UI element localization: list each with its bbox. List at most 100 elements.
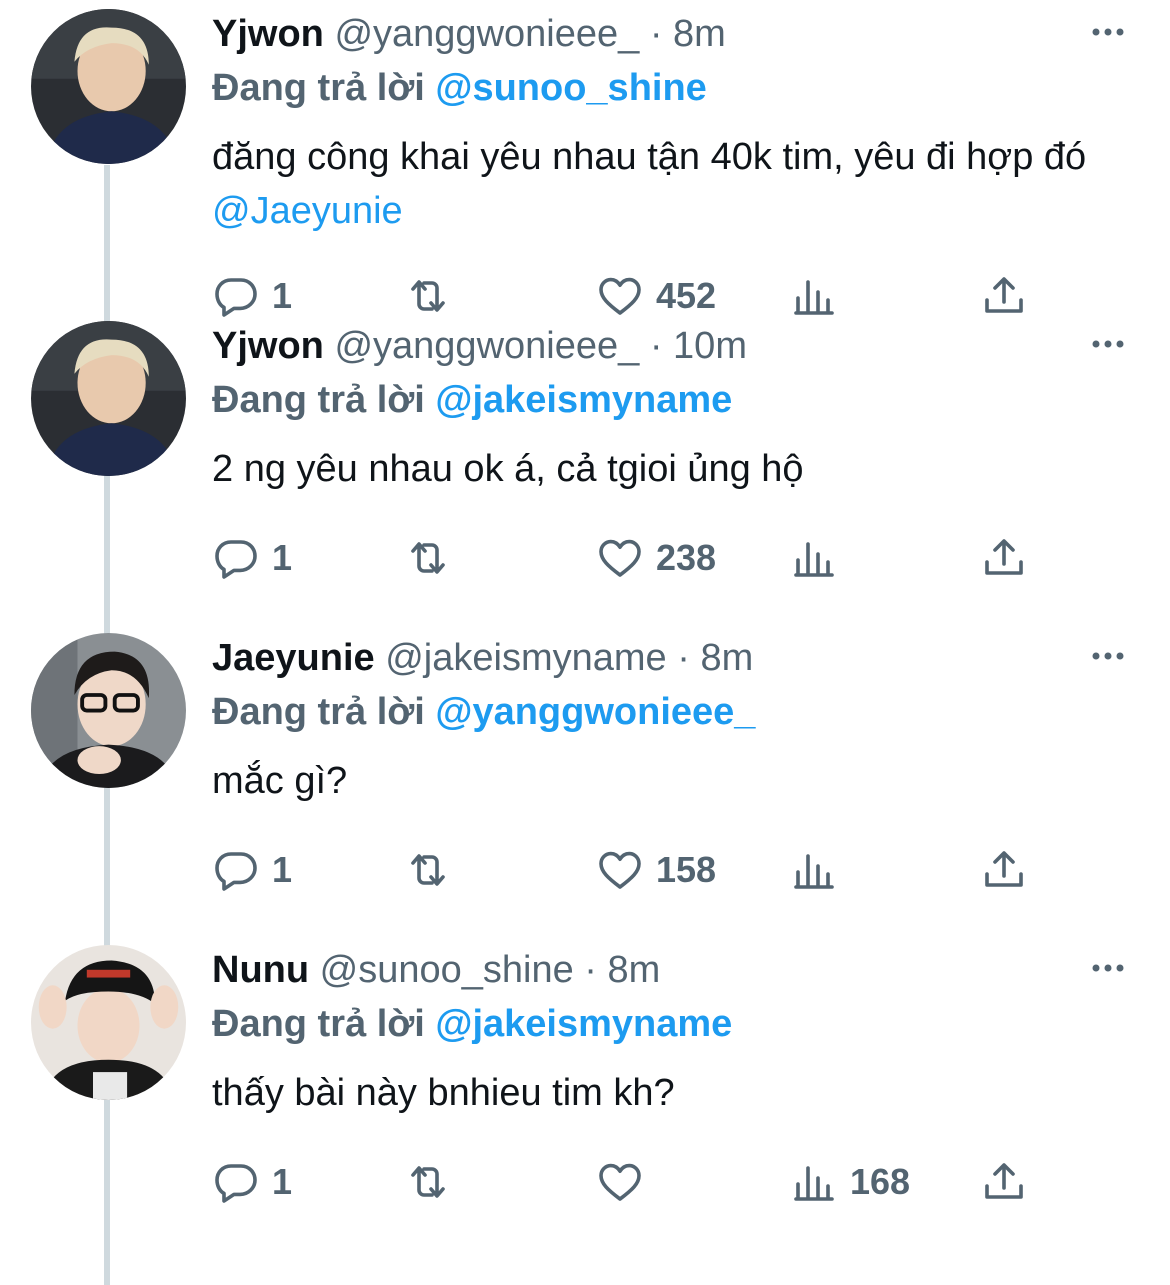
separator-dot: · <box>649 13 663 55</box>
tweet[interactable]: Yjwon @yanggwonieee_ · 10m Đang trả lời … <box>0 312 1170 624</box>
display-name[interactable]: Yjwon <box>212 325 324 367</box>
more-icon <box>1092 964 1124 972</box>
tweet[interactable]: Nunu @sunoo_shine · 8m Đang trả lời @jak… <box>0 936 1170 1248</box>
tweet-text: 2 ng yêu nhau ok á, cả tgioi ủng hộ <box>212 442 1132 496</box>
views-button[interactable] <box>790 266 850 326</box>
replying-label: Đang trả lời <box>212 1003 425 1045</box>
like-count: 452 <box>656 275 717 316</box>
retweet-button[interactable] <box>404 266 464 326</box>
tweet-header: Nunu @sunoo_shine · 8m <box>212 944 660 996</box>
reply-button[interactable]: 1 <box>212 528 292 588</box>
retweet-button[interactable] <box>404 528 464 588</box>
more-button[interactable] <box>1088 22 1128 42</box>
replying-to: Đang trả lời @jakeismyname <box>212 998 732 1050</box>
more-icon <box>1092 652 1124 660</box>
user-handle[interactable]: @yanggwonieee_ <box>334 13 639 55</box>
retweet-icon <box>411 542 445 574</box>
reply-icon <box>215 540 257 579</box>
share-icon <box>985 851 1023 887</box>
tweet-text: thấy bài này bnhieu tim kh? <box>212 1066 1132 1120</box>
avatar-jaeyunie[interactable] <box>31 633 186 788</box>
share-icon <box>985 1163 1023 1199</box>
display-name[interactable]: Yjwon <box>212 13 324 55</box>
separator-dot: · <box>677 637 690 679</box>
timestamp[interactable]: 8m <box>673 13 726 55</box>
tweet-text-content: mắc gì? <box>212 760 348 802</box>
reply-button[interactable]: 1 <box>212 1152 292 1212</box>
like-button[interactable]: 238 <box>596 528 716 588</box>
tweet-text-content: 2 ng yêu nhau ok á, cả tgioi ủng hộ <box>212 448 804 490</box>
replying-label: Đang trả lời <box>212 379 425 421</box>
separator-dot: · <box>649 325 663 367</box>
replying-to: Đang trả lời @yanggwonieee_ <box>212 686 755 738</box>
replying-to: Đang trả lời @jakeismyname <box>212 374 732 426</box>
views-count: 168 <box>850 1161 911 1202</box>
like-button[interactable]: 158 <box>596 840 716 900</box>
reply-icon <box>215 1164 257 1203</box>
timestamp[interactable]: 8m <box>608 949 661 991</box>
timestamp[interactable]: 10m <box>673 325 747 367</box>
reply-icon <box>215 278 257 317</box>
views-icon <box>794 854 834 889</box>
views-icon <box>794 1166 834 1201</box>
avatar-yjwon[interactable] <box>31 9 186 164</box>
reply-count: 1 <box>272 1161 293 1202</box>
action-bar: 1 158 <box>0 840 1170 900</box>
retweet-button[interactable] <box>404 1152 464 1212</box>
tweet-header: Yjwon @yanggwonieee_ · 8m <box>212 8 726 60</box>
like-icon <box>599 539 641 577</box>
reply-button[interactable]: 1 <box>212 266 292 326</box>
avatar-yjwon[interactable] <box>31 321 186 476</box>
more-icon <box>1092 340 1124 348</box>
like-button[interactable] <box>596 1152 656 1212</box>
tweet-text: mắc gì? <box>212 754 1132 808</box>
share-icon <box>985 539 1023 575</box>
like-button[interactable]: 452 <box>596 266 716 326</box>
user-handle[interactable]: @sunoo_shine <box>320 949 574 991</box>
tweet-text: đăng công khai yêu nhau tận 40k tim, yêu… <box>212 130 1132 238</box>
more-button[interactable] <box>1088 958 1128 978</box>
avatar-nunu[interactable] <box>31 945 186 1100</box>
tweet[interactable]: Yjwon @yanggwonieee_ · 8m Đang trả lời @… <box>0 0 1170 317</box>
share-button[interactable] <box>980 266 1028 326</box>
action-bar: 1 452 <box>0 266 1170 326</box>
retweet-icon <box>411 1166 445 1198</box>
share-button[interactable] <box>980 840 1028 900</box>
replying-mention[interactable]: @jakeismyname <box>435 379 732 421</box>
display-name[interactable]: Nunu <box>212 949 309 991</box>
views-icon <box>794 280 834 315</box>
separator-dot: · <box>584 949 597 991</box>
views-button[interactable] <box>790 840 850 900</box>
reply-count: 1 <box>272 275 293 316</box>
replying-mention[interactable]: @yanggwonieee_ <box>435 691 755 733</box>
more-icon <box>1092 28 1124 36</box>
like-count: 158 <box>656 849 717 890</box>
replying-mention[interactable]: @jakeismyname <box>435 1003 732 1045</box>
replying-label: Đang trả lời <box>212 691 425 733</box>
like-icon <box>599 277 641 315</box>
action-bar: 1 238 <box>0 528 1170 588</box>
like-icon <box>599 851 641 889</box>
views-icon <box>794 542 834 577</box>
text-mention[interactable]: @Jaeyunie <box>212 190 403 232</box>
more-button[interactable] <box>1088 646 1128 666</box>
user-handle[interactable]: @jakeismyname <box>385 637 666 679</box>
timestamp[interactable]: 8m <box>700 637 753 679</box>
tweet[interactable]: Jaeyunie @jakeismyname · 8m Đang trả lời… <box>0 624 1170 936</box>
retweet-button[interactable] <box>404 840 464 900</box>
replying-mention[interactable]: @sunoo_shine <box>435 67 706 109</box>
action-bar: 1 168 <box>0 1152 1170 1212</box>
share-icon <box>985 277 1023 313</box>
share-button[interactable] <box>980 528 1028 588</box>
views-button[interactable] <box>790 528 850 588</box>
reply-count: 1 <box>272 849 293 890</box>
share-button[interactable] <box>980 1152 1028 1212</box>
user-handle[interactable]: @yanggwonieee_ <box>334 325 639 367</box>
views-button[interactable]: 168 <box>790 1152 910 1212</box>
reply-count: 1 <box>272 537 293 578</box>
tweet-text-content: đăng công khai yêu nhau tận 40k tim, yêu… <box>212 136 1087 178</box>
reply-button[interactable]: 1 <box>212 840 292 900</box>
more-button[interactable] <box>1088 334 1128 354</box>
display-name[interactable]: Jaeyunie <box>212 637 375 679</box>
like-count: 238 <box>656 537 717 578</box>
